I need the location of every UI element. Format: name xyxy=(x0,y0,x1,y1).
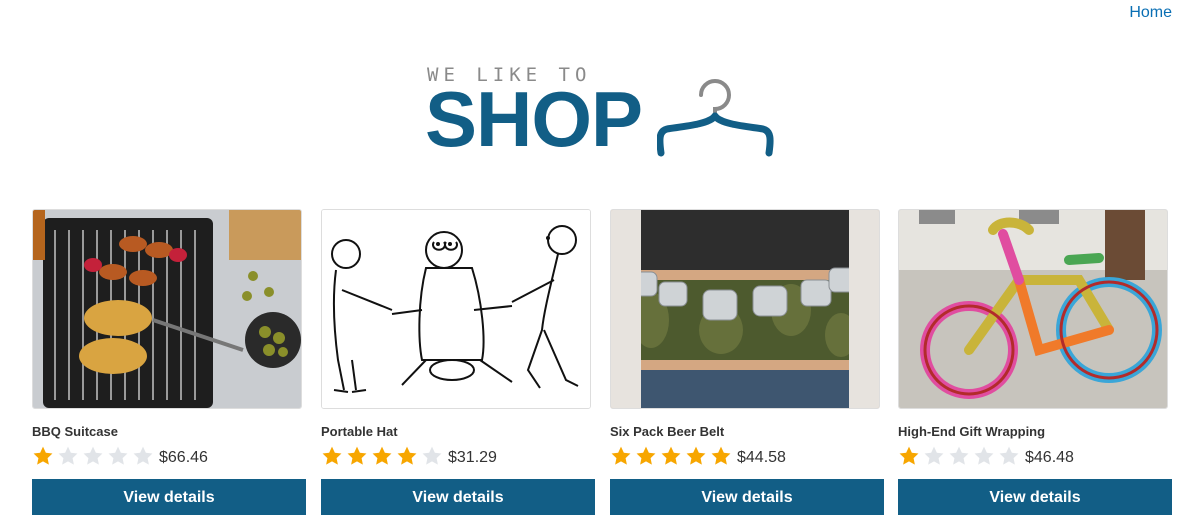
star-filled-icon xyxy=(611,446,631,465)
product-name[interactable]: High-End Gift Wrapping xyxy=(898,424,1172,439)
product-image-bike[interactable] xyxy=(898,209,1168,409)
product-meta: $44.58 xyxy=(610,444,884,468)
product-meta: $66.46 xyxy=(32,444,306,468)
product-meta: $31.29 xyxy=(321,444,595,468)
product-price: $66.46 xyxy=(159,449,208,466)
star-empty-icon xyxy=(83,446,103,465)
product-card: Portable Hat $31.29 View details xyxy=(321,209,595,515)
site-logo[interactable]: WE LIKE TO SHOP xyxy=(425,62,785,162)
product-price: $31.29 xyxy=(448,449,497,466)
star-rating xyxy=(898,445,1023,467)
star-filled-icon xyxy=(372,446,392,465)
star-empty-icon xyxy=(133,446,153,465)
home-link[interactable]: Home xyxy=(1129,4,1172,21)
star-filled-icon xyxy=(636,446,656,465)
product-meta: $46.48 xyxy=(898,444,1172,468)
star-filled-icon xyxy=(347,446,367,465)
star-rating xyxy=(321,445,446,467)
star-empty-icon xyxy=(999,446,1019,465)
product-name[interactable]: BBQ Suitcase xyxy=(32,424,306,439)
star-empty-icon xyxy=(58,446,78,465)
top-nav: Home xyxy=(1129,4,1172,22)
view-details-button[interactable]: View details xyxy=(610,479,884,515)
star-filled-icon xyxy=(33,446,53,465)
star-empty-icon xyxy=(924,446,944,465)
star-empty-icon xyxy=(422,446,442,465)
star-filled-icon xyxy=(661,446,681,465)
star-empty-icon xyxy=(974,446,994,465)
star-filled-icon xyxy=(711,446,731,465)
product-name[interactable]: Portable Hat xyxy=(321,424,595,439)
product-price: $46.48 xyxy=(1025,449,1074,466)
star-filled-icon xyxy=(899,446,919,465)
product-image-belt[interactable] xyxy=(610,209,880,409)
star-filled-icon xyxy=(322,446,342,465)
star-filled-icon xyxy=(686,446,706,465)
product-image-hat[interactable] xyxy=(321,209,591,409)
view-details-button[interactable]: View details xyxy=(32,479,306,515)
product-card: Six Pack Beer Belt $44.58 View details xyxy=(610,209,884,515)
product-card: BBQ Suitcase $66.46 View details xyxy=(32,209,306,515)
logo-wordmark: SHOP xyxy=(425,75,643,163)
view-details-button[interactable]: View details xyxy=(321,479,595,515)
star-empty-icon xyxy=(949,446,969,465)
product-image-bbq[interactable] xyxy=(32,209,302,409)
star-rating xyxy=(610,445,735,467)
star-rating xyxy=(32,445,157,467)
product-card: High-End Gift Wrapping $46.48 View detai… xyxy=(898,209,1172,515)
star-filled-icon xyxy=(397,446,417,465)
product-price: $44.58 xyxy=(737,449,786,466)
product-name[interactable]: Six Pack Beer Belt xyxy=(610,424,884,439)
view-details-button[interactable]: View details xyxy=(898,479,1172,515)
hanger-icon xyxy=(657,79,774,157)
star-empty-icon xyxy=(108,446,128,465)
